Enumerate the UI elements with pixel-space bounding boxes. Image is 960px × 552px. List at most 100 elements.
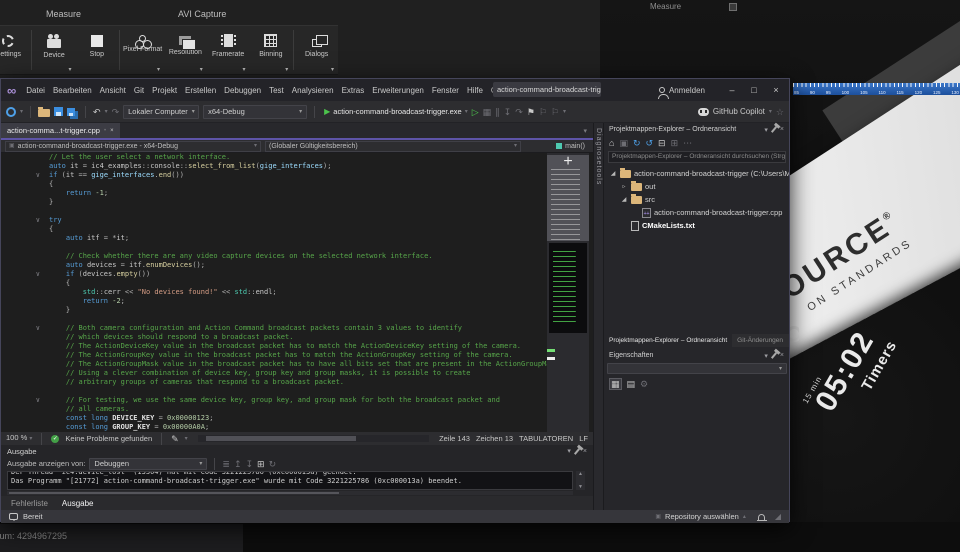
menu-item[interactable]: Debuggen <box>220 86 265 95</box>
problems-status[interactable]: Keine Probleme gefunden <box>65 434 152 443</box>
scope-combo[interactable]: (Globaler Gültigkeitsbereich) ▾ <box>265 141 521 152</box>
tree-item[interactable]: CMakeLists.txt <box>604 219 789 232</box>
github-copilot-button[interactable]: GitHub Copilot ▾ ☆ <box>698 107 784 117</box>
fold-marker[interactable]: ∨ <box>5 270 49 279</box>
step-into-icon[interactable]: ↧ <box>504 107 512 117</box>
tree-item[interactable]: ◢action-command-broadcast-trigger (C:\Us… <box>604 167 789 180</box>
close-tab-icon[interactable]: × <box>110 126 114 136</box>
solution-configurations-icon[interactable]: ▦ <box>483 107 492 117</box>
tab-error-list[interactable]: Fehlerliste <box>11 499 48 508</box>
properties-object-combo[interactable]: ▾ <box>607 363 787 374</box>
window-position-chevron-icon[interactable]: ▾ <box>567 447 571 455</box>
capture-button-framerate[interactable]: Framerate▾ <box>207 26 250 74</box>
scrollbar-thumb[interactable] <box>9 492 339 494</box>
window-position-chevron-icon[interactable]: ▾ <box>764 126 768 134</box>
open-file-icon[interactable] <box>38 109 50 117</box>
tabs-indicator[interactable]: TABULATOREN <box>519 434 573 443</box>
break-all-icon[interactable]: ∥ <box>495 107 500 117</box>
menu-item[interactable]: Ansicht <box>96 86 130 95</box>
tab-solution-explorer[interactable]: Projektmappen-Explorer – Ordneransicht <box>604 334 732 347</box>
menu-item[interactable]: Extras <box>338 86 369 95</box>
capture-button-dialogs[interactable]: Dialogs▾ <box>295 26 338 74</box>
browse-back-icon[interactable] <box>6 107 16 117</box>
member-combo[interactable]: main() <box>556 143 589 150</box>
go-to-next-message-icon[interactable]: ↧ <box>246 459 254 469</box>
notifications-bell-icon[interactable] <box>758 514 765 520</box>
tree-item[interactable]: action-command-broadcast-trigger.cpp <box>604 206 789 219</box>
eol-indicator[interactable]: LF <box>579 434 588 443</box>
minimize-button[interactable]: – <box>721 85 743 95</box>
start-debugging-button[interactable]: ▶ action-command-broadcast-trigger.exe ▾ <box>324 107 468 117</box>
zoom-level-combo[interactable]: 100 % ▾ <box>6 433 32 444</box>
more-options-icon[interactable]: ⋯ <box>683 138 692 148</box>
capture-button-pixel-format[interactable]: Pixel Format▾ <box>121 26 164 74</box>
maximize-button[interactable]: □ <box>743 85 765 95</box>
undo-icon[interactable]: ↶ <box>93 107 101 117</box>
close-icon[interactable]: × <box>780 126 784 133</box>
output-horizontal-scrollbar[interactable] <box>7 491 573 495</box>
bookmark-icon[interactable]: ⚑ <box>527 107 535 117</box>
fold-marker[interactable]: ∨ <box>5 396 49 405</box>
window-position-chevron-icon[interactable]: ▾ <box>764 352 768 360</box>
minimap-scrollbar[interactable]: + <box>547 153 589 432</box>
previous-bookmark-icon[interactable]: ⚐ <box>539 107 547 117</box>
redo-icon[interactable]: ↷ <box>112 107 120 117</box>
tree-item[interactable]: ▹out <box>604 180 789 193</box>
menu-item[interactable]: Git <box>130 86 148 95</box>
pin-icon[interactable] <box>771 126 777 133</box>
fold-marker[interactable]: ∨ <box>5 324 49 333</box>
menu-item[interactable]: Erweiterungen <box>368 86 428 95</box>
tab-diagnostic-tools[interactable]: Diagnosetools <box>595 128 602 185</box>
menu-item[interactable]: Hilfe <box>463 86 487 95</box>
menu-item[interactable]: Analysieren <box>288 86 338 95</box>
expander-icon[interactable]: ◢ <box>620 196 628 203</box>
pin-icon[interactable]: • <box>104 126 106 136</box>
save-icon[interactable] <box>54 107 63 116</box>
configuration-combo[interactable]: x64-Debug▾ <box>203 105 307 119</box>
feedback-bubble-icon[interactable] <box>9 513 18 520</box>
sign-in-button[interactable]: Anmelden <box>669 86 705 95</box>
tab-output[interactable]: Ausgabe <box>62 499 94 508</box>
capture-button-device[interactable]: Device▾ <box>33 26 76 74</box>
tree-item[interactable]: ◢src <box>604 193 789 206</box>
chevron-down-icon[interactable]: ▾ <box>105 107 108 117</box>
scroll-up-icon[interactable]: ▲ <box>578 471 583 477</box>
property-pages-icon[interactable]: ⚙ <box>640 379 648 389</box>
fold-marker[interactable]: ∨ <box>5 171 49 180</box>
collapse-all-icon[interactable]: ⊟ <box>658 138 666 148</box>
expander-icon[interactable]: ◢ <box>609 170 617 177</box>
explorer-search-input[interactable]: Projektmappen-Explorer – Ordneransicht d… <box>608 151 786 163</box>
fold-marker[interactable]: ∨ <box>5 216 49 225</box>
expander-icon[interactable]: ▹ <box>620 183 628 190</box>
scroll-down-icon[interactable]: ▼ <box>578 484 583 490</box>
tab-measure[interactable]: Measure <box>46 9 81 19</box>
minimap-viewport[interactable]: + <box>547 155 589 241</box>
step-over-icon[interactable]: ↷ <box>515 107 523 117</box>
capture-button-binning[interactable]: Binning▾ <box>250 26 293 74</box>
capture-button-resolution[interactable]: Resolution▾ <box>164 26 207 74</box>
categorized-icon[interactable]: ▦ <box>609 378 622 390</box>
code-editor[interactable]: // Let the user select a network interfa… <box>1 153 593 432</box>
scrollbar-thumb[interactable] <box>206 436 356 441</box>
repository-selector[interactable]: ▣ Repository auswählen ▴ ◢ <box>655 512 781 522</box>
show-all-files-icon[interactable]: ⊞ <box>671 138 679 148</box>
close-icon[interactable]: × <box>583 448 587 455</box>
refresh-icon[interactable]: ↺ <box>646 138 654 148</box>
menu-item[interactable]: Fenster <box>428 86 463 95</box>
document-tab[interactable]: action-comma...t-trigger.cpp • × <box>1 123 120 138</box>
save-all-icon[interactable] <box>67 108 75 116</box>
capture-button-settings[interactable]: Settings <box>0 26 30 74</box>
capture-window-icon[interactable] <box>729 3 737 11</box>
alphabetical-icon[interactable]: ▤ <box>627 379 636 389</box>
sync-with-active-document-icon[interactable]: ↻ <box>633 138 641 148</box>
menu-item[interactable]: Test <box>265 86 288 95</box>
messages-icon[interactable]: ≣ <box>222 459 230 469</box>
chevron-down-icon[interactable]: ▾ <box>20 107 23 117</box>
tab-git-changes[interactable]: Git-Änderungen <box>732 334 788 347</box>
toggle-word-wrap-icon[interactable]: ↻ <box>269 459 277 469</box>
go-to-previous-message-icon[interactable]: ↥ <box>234 459 242 469</box>
pin-icon[interactable] <box>574 448 580 455</box>
capture-button-stop[interactable]: Stop <box>76 26 119 74</box>
home-icon[interactable]: ⌂ <box>609 138 614 148</box>
start-without-debugging-icon[interactable]: ▷ <box>472 107 479 117</box>
